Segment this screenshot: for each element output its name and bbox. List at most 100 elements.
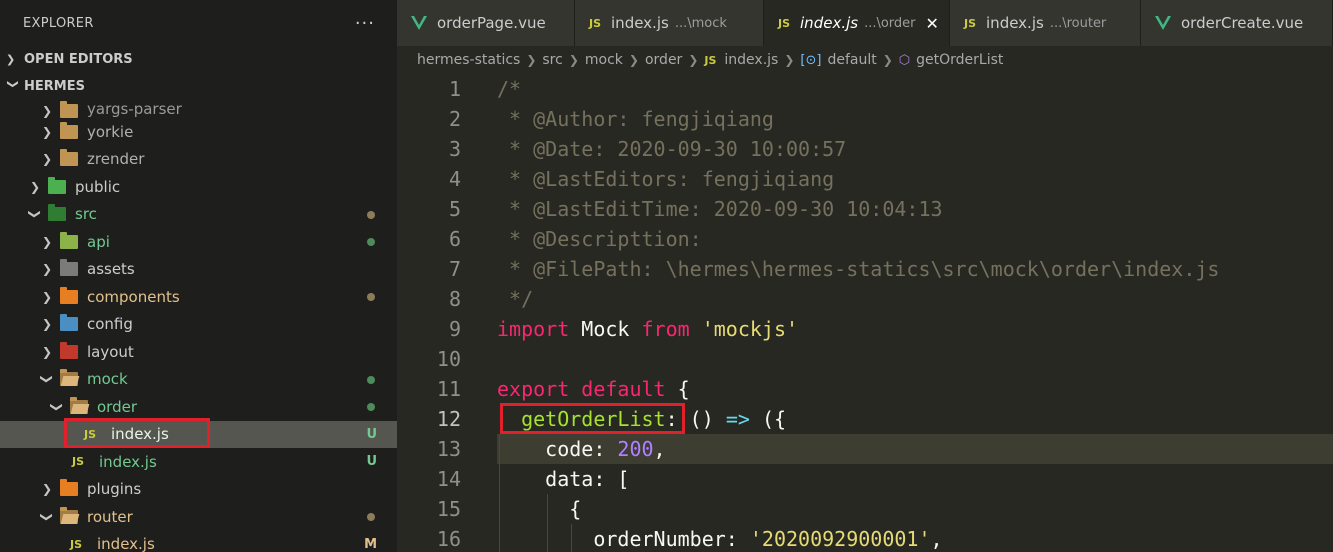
breadcrumb-item[interactable]: index.js bbox=[724, 52, 778, 68]
punct-token: ({ bbox=[749, 407, 787, 431]
tree-item-label: public bbox=[75, 177, 121, 196]
chevron-right-icon: ❯ bbox=[41, 234, 53, 249]
breadcrumb-item[interactable]: getOrderList bbox=[916, 52, 1003, 68]
tree-item-label: index.js bbox=[111, 425, 169, 444]
chevron-down-icon: ❯ bbox=[28, 209, 42, 220]
js-file-icon: JS bbox=[964, 16, 977, 30]
tree-item-api[interactable]: ❯ api bbox=[0, 228, 397, 256]
line-number: 5 bbox=[448, 197, 461, 221]
arrow-token: => bbox=[725, 407, 750, 431]
folder-icon bbox=[60, 149, 78, 167]
editor-tabs: orderPage.vue JS index.js ...\mock JS in… bbox=[397, 0, 1333, 46]
chevron-right-icon: ❯ bbox=[29, 179, 41, 194]
code-line: orderNumber: '2020092900001', bbox=[497, 524, 1333, 552]
tree-item-assets[interactable]: ❯ assets bbox=[0, 256, 397, 284]
breadcrumb-item[interactable]: hermes-statics bbox=[417, 52, 520, 68]
tree-item-label: yargs-parser bbox=[87, 100, 182, 118]
tab-orderpage-vue[interactable]: orderPage.vue bbox=[397, 0, 575, 46]
chevron-down-icon: ❯ bbox=[40, 374, 54, 385]
layout-folder-icon bbox=[60, 341, 78, 359]
vue-icon bbox=[411, 16, 427, 30]
comment-token: * bbox=[497, 257, 534, 281]
string-token: '2020092900001' bbox=[749, 527, 931, 551]
tree-item-router-index-js[interactable]: JS index.js M bbox=[0, 531, 397, 552]
chevron-right-icon: ❯ bbox=[628, 53, 639, 67]
tree-item-label: index.js bbox=[97, 535, 155, 552]
tree-item-yargs-parser[interactable]: ❯ yargs-parser bbox=[0, 100, 397, 118]
open-editors-section[interactable]: ❯ OPEN EDITORS bbox=[0, 46, 397, 73]
breadcrumb-item[interactable]: mock bbox=[585, 52, 623, 68]
tab-router-index-js[interactable]: JS index.js ...\router bbox=[950, 0, 1141, 46]
code-line: */ bbox=[497, 284, 1333, 314]
chevron-right-icon: ❯ bbox=[6, 53, 16, 66]
line-number: 14 bbox=[436, 467, 461, 491]
chevron-right-icon: ❯ bbox=[41, 262, 53, 277]
untracked-dot bbox=[367, 238, 375, 246]
tree-item-layout[interactable]: ❯ layout bbox=[0, 338, 397, 366]
comment-token: /* bbox=[497, 77, 522, 101]
method-cube-icon: ⬡ bbox=[898, 52, 911, 68]
comment-token: */ bbox=[497, 287, 534, 311]
tree-item-config[interactable]: ❯ config bbox=[0, 311, 397, 339]
tree-item-order-index-js[interactable]: JS index.js U bbox=[0, 420, 397, 448]
keyword-token: export bbox=[497, 377, 570, 401]
code-editor[interactable]: 1 2 3 4 5 6 7 8 9 10 11 12 13 14 15 16 /… bbox=[397, 74, 1333, 552]
code-line: getOrderList: () => ({ bbox=[497, 403, 1333, 434]
more-actions-icon[interactable]: ··· bbox=[355, 13, 375, 34]
chevron-right-icon: ❯ bbox=[784, 53, 795, 67]
breadcrumb-item[interactable]: order bbox=[645, 52, 682, 68]
tree-item-zrender[interactable]: ❯ zrender bbox=[0, 146, 397, 174]
open-folder-icon bbox=[60, 369, 78, 387]
comment-token: * bbox=[497, 137, 534, 161]
chevron-right-icon: ❯ bbox=[41, 152, 53, 167]
modified-dot bbox=[367, 513, 375, 521]
keyword-token: from bbox=[641, 317, 690, 341]
tab-label: index.js bbox=[611, 14, 669, 32]
punct-token: , bbox=[653, 437, 666, 461]
punct-token: , bbox=[930, 527, 943, 551]
code-line: export default { bbox=[497, 374, 1333, 404]
keyword-token: import bbox=[497, 317, 570, 341]
tree-item-public[interactable]: ❯ public bbox=[0, 173, 397, 201]
tree-item-label: zrender bbox=[87, 150, 145, 169]
tab-label: index.js bbox=[986, 14, 1044, 32]
tab-mock-index-js[interactable]: JS index.js ...\mock bbox=[575, 0, 764, 46]
tree-item-mock-index-js[interactable]: JS index.js U bbox=[0, 448, 397, 476]
tab-order-index-js[interactable]: JS index.js ...\order ✕ bbox=[764, 0, 950, 46]
line-number: 12 bbox=[436, 407, 461, 431]
tab-description: ...\router bbox=[1049, 15, 1107, 31]
chevron-right-icon: ❯ bbox=[41, 104, 53, 118]
tree-item-yorkie[interactable]: ❯ yorkie bbox=[0, 118, 397, 146]
open-folder-icon bbox=[70, 396, 88, 414]
tab-ordercreate-vue[interactable]: orderCreate.vue bbox=[1141, 0, 1333, 46]
property-token: code: bbox=[545, 437, 618, 461]
comment-token: * bbox=[497, 227, 534, 251]
tree-item-router[interactable]: ❯ router bbox=[0, 503, 397, 531]
code-line: import Mock from 'mockjs' bbox=[497, 314, 1333, 344]
chevron-down-icon: ❯ bbox=[50, 401, 64, 412]
tree-item-order[interactable]: ❯ order bbox=[0, 393, 397, 421]
tree-item-src[interactable]: ❯ src bbox=[0, 201, 397, 229]
tree-item-label: components bbox=[87, 287, 180, 306]
code-lines[interactable]: /* * @Author: fengjiqiang * @Date: 2020-… bbox=[497, 74, 1333, 552]
number-token: 200 bbox=[617, 437, 654, 461]
tree-item-plugins[interactable]: ❯ plugins bbox=[0, 476, 397, 504]
tree-item-mock[interactable]: ❯ mock bbox=[0, 366, 397, 394]
folder-icon bbox=[60, 101, 78, 118]
api-folder-icon bbox=[60, 231, 78, 249]
project-section[interactable]: ❯ HERMES bbox=[0, 73, 397, 100]
project-label: HERMES bbox=[24, 79, 85, 94]
breadcrumb-item[interactable]: src bbox=[542, 52, 562, 68]
identifier-token: Mock bbox=[569, 317, 642, 341]
code-line: * @Descripttion: bbox=[497, 224, 1333, 254]
line-number: 2 bbox=[448, 107, 461, 131]
components-folder-icon bbox=[60, 286, 78, 304]
comment-token: @FilePath: \hermes\hermes-statics\src\mo… bbox=[533, 257, 1220, 281]
breadcrumb-item[interactable]: default bbox=[827, 52, 876, 68]
tree-item-label: index.js bbox=[99, 452, 157, 471]
close-icon[interactable]: ✕ bbox=[926, 14, 939, 33]
tree-item-components[interactable]: ❯ components bbox=[0, 283, 397, 311]
code-line: data: [ bbox=[497, 464, 1333, 494]
modified-dot bbox=[367, 293, 375, 301]
